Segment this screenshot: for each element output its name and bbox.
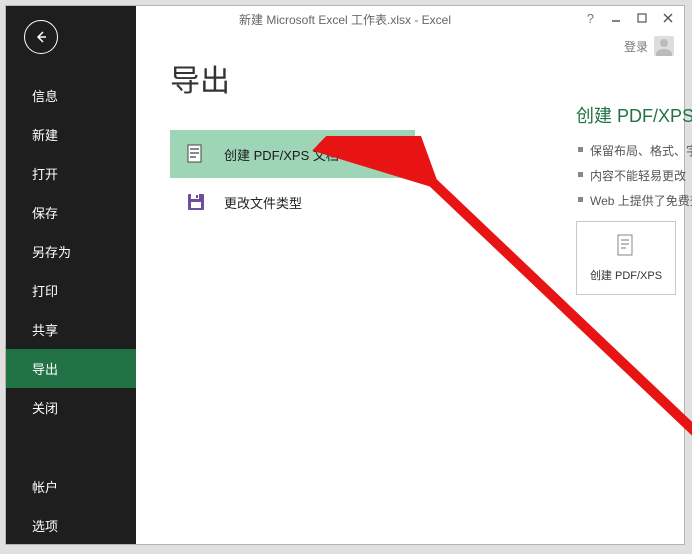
export-options: 创建 PDF/XPS 文档 更改文件类型: [170, 130, 415, 226]
window-controls: ?: [579, 8, 680, 28]
titlebar: 新建 Microsoft Excel 工作表.xlsx - Excel ?: [6, 6, 684, 34]
right-heading: 创建 PDF/XPS 文档: [576, 102, 692, 128]
option-create-pdf-xps[interactable]: 创建 PDF/XPS 文档: [170, 130, 415, 178]
option-label: 创建 PDF/XPS 文档: [224, 145, 339, 164]
sidebar-item[interactable]: 信息: [6, 76, 136, 115]
close-button[interactable]: [656, 8, 680, 28]
sidebar: 信息新建打开保存另存为打印共享导出关闭帐户选项: [6, 6, 136, 544]
sidebar-item[interactable]: 另存为: [6, 232, 136, 271]
button-label: 创建 PDF/XPS: [590, 267, 662, 283]
minimize-button[interactable]: [604, 8, 628, 28]
sidebar-item[interactable]: 关闭: [6, 388, 136, 427]
bullet-item: 保留布局、格式、字体和图像: [576, 142, 692, 159]
sidebar-item[interactable]: 帐户: [6, 467, 136, 506]
sidebar-item[interactable]: 打开: [6, 154, 136, 193]
right-panel: 创建 PDF/XPS 文档 保留布局、格式、字体和图像 内容不能轻易更改 Web…: [576, 102, 692, 295]
option-change-file-type[interactable]: 更改文件类型: [170, 178, 415, 226]
sidebar-item[interactable]: 共享: [6, 310, 136, 349]
sidebar-item[interactable]: 选项: [6, 506, 136, 545]
bullet-item: Web 上提供了免费查看器: [576, 192, 692, 209]
option-label: 更改文件类型: [224, 193, 302, 212]
bullet-item: 内容不能轻易更改: [576, 167, 692, 184]
maximize-button[interactable]: [630, 8, 654, 28]
page-title: 导出: [170, 56, 674, 100]
sidebar-item[interactable]: 导出: [6, 349, 136, 388]
help-button[interactable]: ?: [579, 9, 602, 28]
sidebar-item[interactable]: 新建: [6, 115, 136, 154]
save-as-icon: [184, 190, 208, 214]
login-label: 登录: [624, 38, 648, 55]
pdf-icon: [184, 142, 208, 166]
sidebar-item[interactable]: 打印: [6, 271, 136, 310]
pdf-icon: [614, 233, 638, 261]
window: 信息新建打开保存另存为打印共享导出关闭帐户选项 导出 创建 PDF/XPS 文档…: [5, 5, 685, 545]
login-row[interactable]: 登录: [624, 36, 674, 56]
body: 信息新建打开保存另存为打印共享导出关闭帐户选项 导出 创建 PDF/XPS 文档…: [6, 6, 684, 544]
main: 导出 创建 PDF/XPS 文档 更改文件类型 创建 PDF/XPS 文档: [136, 6, 684, 544]
avatar-icon: [654, 36, 674, 56]
sidebar-item[interactable]: 保存: [6, 193, 136, 232]
create-pdf-xps-button[interactable]: 创建 PDF/XPS: [576, 221, 676, 295]
